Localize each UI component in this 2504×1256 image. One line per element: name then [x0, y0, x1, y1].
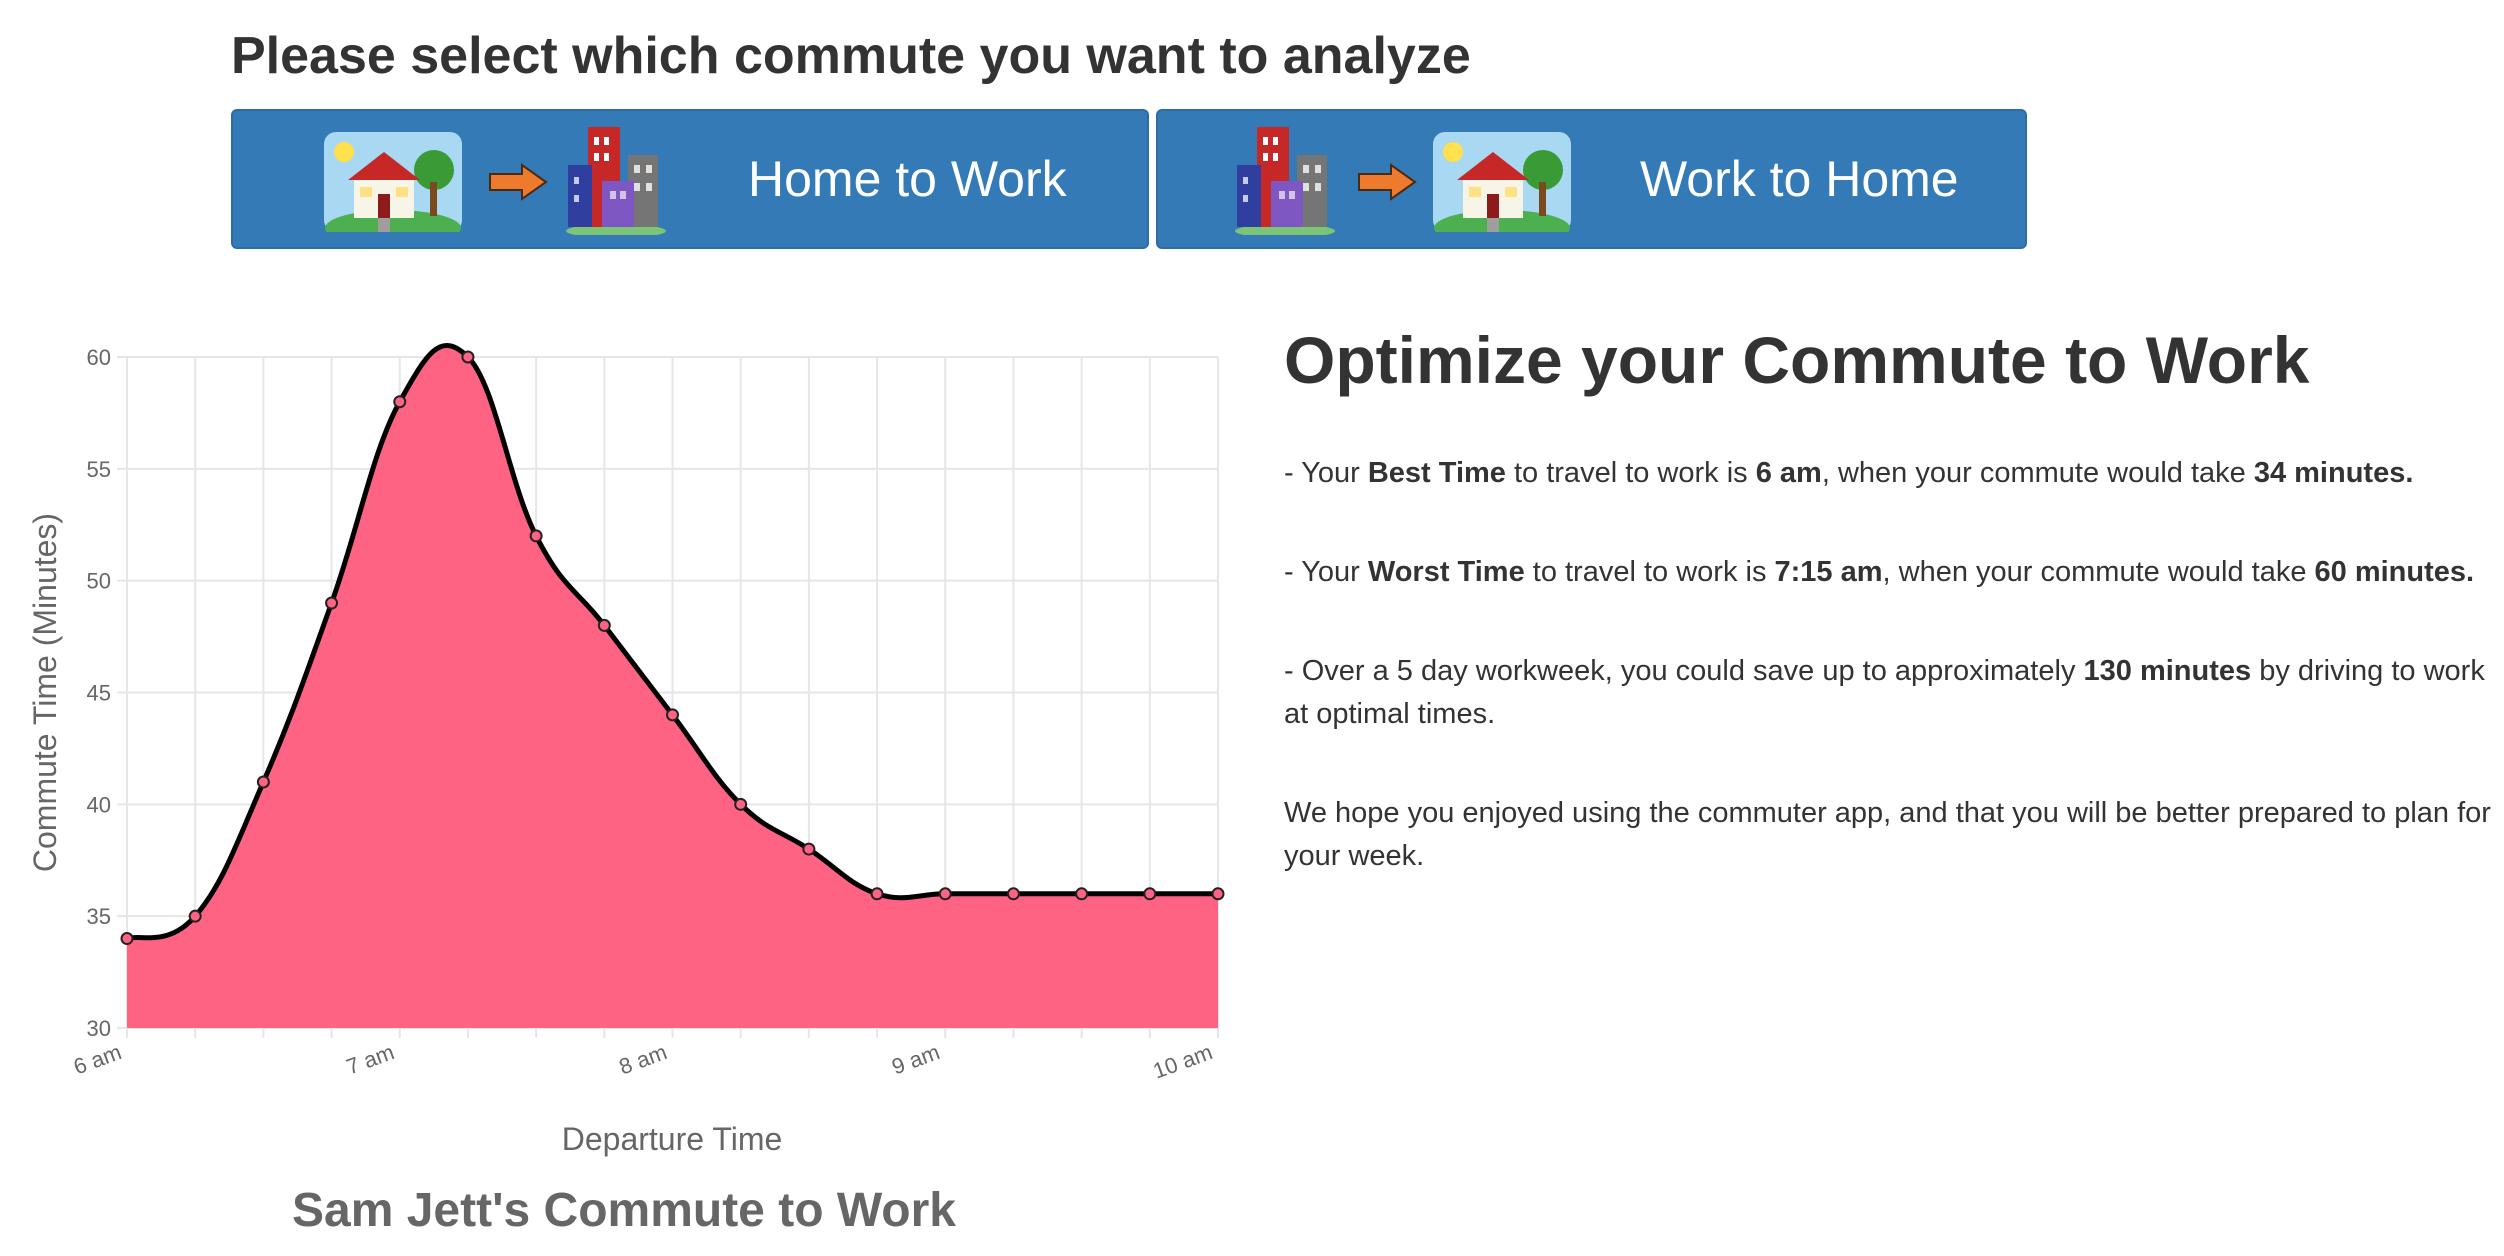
summary-panel: Optimize your Commute to Work - Your Bes… — [1284, 322, 2494, 934]
x-tick-label: 7 am — [343, 1039, 398, 1079]
data-point — [666, 708, 679, 722]
data-point — [938, 887, 952, 901]
data-point — [256, 775, 270, 789]
home-to-work-label: Home to Work — [748, 151, 1067, 207]
data-point — [870, 887, 884, 901]
y-tick-label: 60 — [87, 345, 111, 370]
home-to-work-button[interactable]: Home to Work — [231, 109, 1149, 249]
savings-text: - Over a 5 day workweek, you could save … — [1284, 650, 2494, 736]
work-to-home-label: Work to Home — [1640, 151, 1959, 207]
worst-mid2: , when your commute would take — [1882, 556, 2315, 588]
arrow-right-icon — [489, 163, 548, 201]
best-mid: to travel to work is — [1505, 457, 1756, 489]
data-point — [1075, 887, 1089, 901]
worst-mid: to travel to work is — [1524, 556, 1775, 588]
y-tick-label: 55 — [87, 457, 111, 482]
page-prompt-heading: Please select which commute you want to … — [231, 27, 1471, 85]
data-point — [802, 842, 816, 856]
house-icon — [1433, 132, 1571, 232]
worst-duration: 60 minutes. — [2314, 556, 2475, 588]
data-point — [188, 909, 202, 923]
worst-time: 7:15 am — [1774, 556, 1883, 588]
y-tick-label: 45 — [87, 681, 111, 706]
panel-title: Optimize your Commute to Work — [1284, 323, 2310, 397]
worst-label: Worst Time — [1367, 556, 1525, 588]
best-duration: 34 minutes. — [2253, 457, 2414, 489]
data-point — [734, 797, 748, 811]
y-axis-ticks: 30 35 40 45 50 55 60 — [87, 345, 111, 1041]
x-axis-ticks: 6 am 7 am 8 am 9 am 10 am — [70, 1039, 1216, 1083]
commute-chart: 30 35 40 45 50 55 60 6 am 7 am 8 am 9 am 10 am Com… — [27, 343, 1225, 1237]
data-point — [1143, 887, 1157, 901]
y-axis-title: Commute Time (Minutes) — [27, 513, 63, 872]
x-axis-title: Departure Time — [562, 1121, 783, 1157]
house-icon — [324, 132, 462, 232]
x-tick-label: 6 am — [70, 1039, 125, 1079]
y-tick-label: 35 — [87, 904, 111, 929]
data-point — [1211, 887, 1225, 901]
savings-amount: 130 minutes — [2083, 655, 2252, 687]
city-buildings-icon — [566, 127, 666, 235]
y-tick-label: 50 — [87, 569, 111, 594]
worst-time-text: - Your Worst Time to travel to work is 7… — [1284, 551, 2494, 594]
best-mid2: , when your commute would take — [1821, 457, 2254, 489]
y-tick-label: 30 — [87, 1016, 111, 1041]
best-prefix: - Your — [1284, 457, 1368, 489]
x-tick-label: 9 am — [888, 1039, 943, 1079]
x-tick-label: 10 am — [1150, 1039, 1216, 1083]
y-tick-label: 40 — [87, 792, 111, 817]
closing-text: We hope you enjoyed using the commuter a… — [1284, 797, 2491, 872]
data-point — [529, 529, 543, 543]
work-to-home-button[interactable]: Work to Home — [1156, 109, 2027, 249]
best-time-text: - Your Best Time to travel to work is 6 … — [1284, 452, 2494, 495]
data-point — [461, 350, 475, 364]
data-point — [597, 618, 611, 632]
city-buildings-icon — [1235, 127, 1335, 235]
data-point — [120, 932, 134, 946]
best-label: Best Time — [1367, 457, 1506, 489]
chart-title: Sam Jett's Commute to Work — [292, 1184, 956, 1237]
best-time: 6 am — [1755, 457, 1822, 489]
data-point — [1006, 887, 1020, 901]
data-point — [393, 395, 407, 409]
x-tick-label: 8 am — [616, 1039, 671, 1079]
arrow-right-icon — [1358, 163, 1417, 201]
savings-prefix: - Over a 5 day workweek, you could save … — [1284, 655, 2084, 687]
data-point — [325, 596, 339, 610]
worst-prefix: - Your — [1284, 556, 1368, 588]
